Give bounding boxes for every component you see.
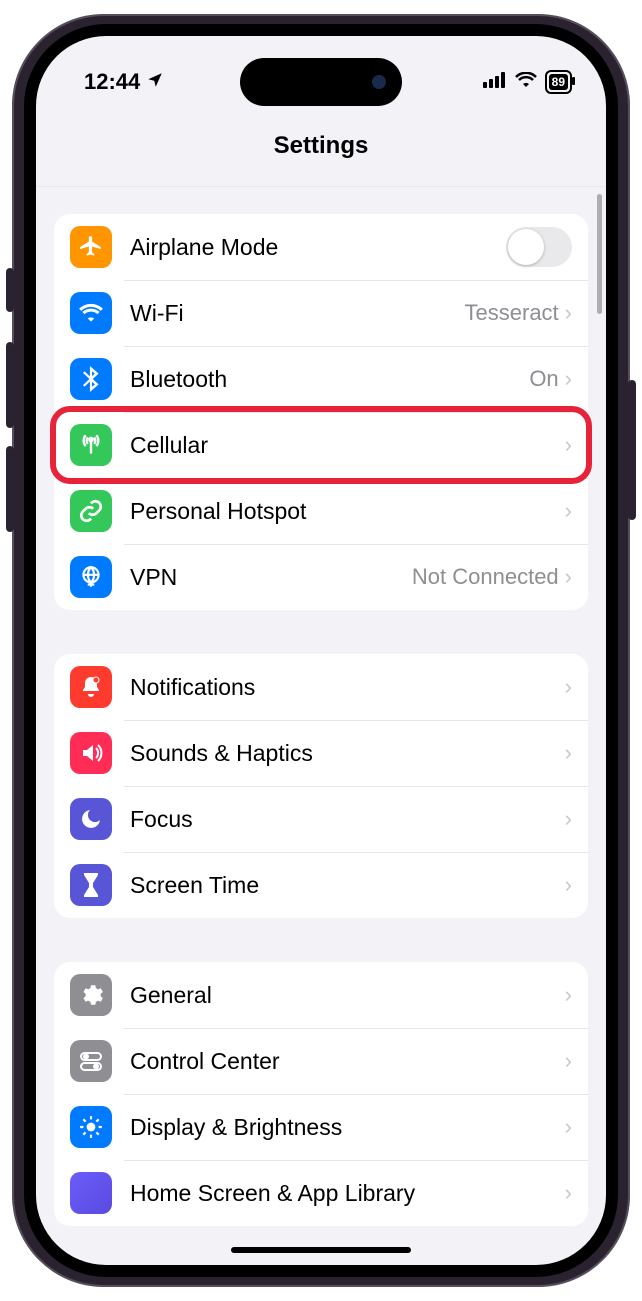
- chevron-right-icon: ›: [565, 1048, 572, 1074]
- row-focus[interactable]: Focus ›: [54, 786, 588, 852]
- row-notifications[interactable]: Notifications ›: [54, 654, 588, 720]
- chevron-right-icon: ›: [565, 806, 572, 832]
- row-label: Wi-Fi: [130, 300, 465, 327]
- chevron-right-icon: ›: [565, 432, 572, 458]
- settings-group-general: General › Control Center › Display & Bri…: [54, 962, 588, 1226]
- link-icon: [70, 490, 112, 532]
- toggles-icon: [70, 1040, 112, 1082]
- chevron-right-icon: ›: [565, 872, 572, 898]
- row-detail: Tesseract: [465, 300, 559, 326]
- speaker-icon: [70, 732, 112, 774]
- bell-icon: [70, 666, 112, 708]
- globe-icon: [70, 556, 112, 598]
- volume-up-button[interactable]: [6, 342, 14, 428]
- row-label: General: [130, 982, 565, 1009]
- status-bar-right: 89: [483, 70, 572, 94]
- row-detail: Not Connected: [412, 564, 559, 590]
- row-personal-hotspot[interactable]: Personal Hotspot ›: [54, 478, 588, 544]
- wifi-icon: [515, 72, 537, 93]
- row-label: Sounds & Haptics: [130, 740, 565, 767]
- settings-group-notifications: Notifications › Sounds & Haptics › Focus…: [54, 654, 588, 918]
- page-title: Settings: [274, 132, 369, 160]
- wifi-settings-icon: [70, 292, 112, 334]
- chevron-right-icon: ›: [565, 674, 572, 700]
- row-label: Notifications: [130, 674, 565, 701]
- row-sounds-haptics[interactable]: Sounds & Haptics ›: [54, 720, 588, 786]
- stage: 12:44: [0, 0, 642, 1301]
- gear-icon: [70, 974, 112, 1016]
- chevron-right-icon: ›: [565, 982, 572, 1008]
- cell-signal-icon: [483, 72, 507, 93]
- status-bar: 12:44: [36, 36, 606, 106]
- row-airplane-mode[interactable]: Airplane Mode: [54, 214, 588, 280]
- airplane-icon: [70, 226, 112, 268]
- row-label: Cellular: [130, 432, 565, 459]
- row-label: Airplane Mode: [130, 234, 506, 261]
- nav-header: Settings: [36, 106, 606, 187]
- row-home-screen-app-library[interactable]: Home Screen & App Library ›: [54, 1160, 588, 1226]
- battery-icon: 89: [545, 70, 572, 94]
- settings-group-connectivity: Airplane Mode Wi-Fi Tesseract › Bluetoot…: [54, 214, 588, 610]
- row-vpn[interactable]: VPN Not Connected ›: [54, 544, 588, 610]
- row-detail: On: [529, 366, 558, 392]
- row-wifi[interactable]: Wi-Fi Tesseract ›: [54, 280, 588, 346]
- power-button[interactable]: [628, 380, 636, 520]
- row-label: VPN: [130, 564, 412, 591]
- row-label: Screen Time: [130, 872, 565, 899]
- status-time: 12:44: [84, 69, 140, 95]
- sun-icon: [70, 1106, 112, 1148]
- row-label: Home Screen & App Library: [130, 1180, 565, 1207]
- settings-content[interactable]: Airplane Mode Wi-Fi Tesseract › Bluetoot…: [36, 186, 606, 1265]
- chevron-right-icon: ›: [565, 1114, 572, 1140]
- row-general[interactable]: General ›: [54, 962, 588, 1028]
- row-screen-time[interactable]: Screen Time ›: [54, 852, 588, 918]
- antenna-icon: [70, 424, 112, 466]
- row-label: Control Center: [130, 1048, 565, 1075]
- chevron-right-icon: ›: [565, 740, 572, 766]
- status-bar-left: 12:44: [84, 69, 164, 95]
- mute-switch[interactable]: [6, 268, 14, 312]
- bluetooth-icon: [70, 358, 112, 400]
- row-label: Bluetooth: [130, 366, 529, 393]
- row-display-brightness[interactable]: Display & Brightness ›: [54, 1094, 588, 1160]
- app-grid-icon: [70, 1172, 112, 1214]
- volume-down-button[interactable]: [6, 446, 14, 532]
- row-label: Personal Hotspot: [130, 498, 565, 525]
- chevron-right-icon: ›: [565, 498, 572, 524]
- row-bluetooth[interactable]: Bluetooth On ›: [54, 346, 588, 412]
- row-label: Display & Brightness: [130, 1114, 565, 1141]
- chevron-right-icon: ›: [565, 366, 572, 392]
- chevron-right-icon: ›: [565, 564, 572, 590]
- chevron-right-icon: ›: [565, 300, 572, 326]
- moon-icon: [70, 798, 112, 840]
- battery-percent: 89: [549, 74, 568, 90]
- chevron-right-icon: ›: [565, 1180, 572, 1206]
- home-indicator[interactable]: [231, 1247, 411, 1253]
- row-cellular[interactable]: Cellular ›: [54, 412, 588, 478]
- hourglass-icon: [70, 864, 112, 906]
- row-label: Focus: [130, 806, 565, 833]
- row-control-center[interactable]: Control Center ›: [54, 1028, 588, 1094]
- screen: 12:44: [36, 36, 606, 1265]
- location-icon: [146, 69, 164, 95]
- airplane-toggle[interactable]: [506, 227, 572, 267]
